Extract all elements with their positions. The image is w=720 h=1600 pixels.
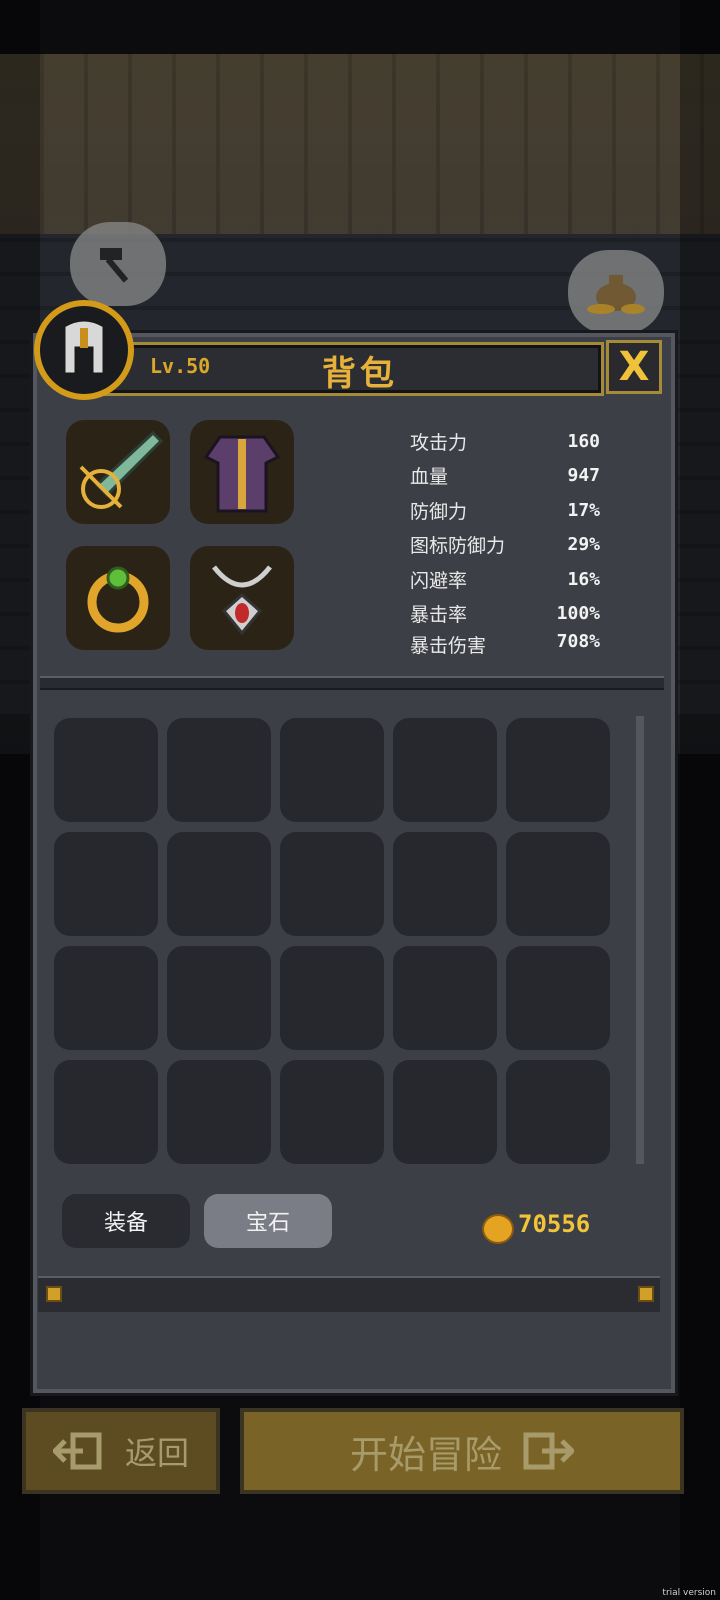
hammer-icon bbox=[100, 248, 129, 283]
sword-icon bbox=[79, 430, 163, 509]
stat-label: 暴击率 bbox=[410, 604, 468, 627]
money-bag-icon bbox=[587, 275, 645, 314]
stat-row: 闪避率 16% bbox=[410, 562, 600, 597]
inventory-slot[interactable] bbox=[506, 1060, 610, 1164]
stat-row: 暴击率 100% bbox=[410, 597, 600, 632]
inventory-slot[interactable] bbox=[280, 718, 384, 822]
equip-slot-weapon[interactable] bbox=[66, 420, 170, 524]
rivet-icon bbox=[638, 1286, 654, 1302]
inventory-slot[interactable] bbox=[167, 832, 271, 936]
stat-value: 160 bbox=[567, 430, 600, 452]
inventory-slot[interactable] bbox=[393, 946, 497, 1050]
start-label: 开始冒险 bbox=[349, 1432, 502, 1477]
inventory-slot[interactable] bbox=[280, 832, 384, 936]
inventory-slot[interactable] bbox=[280, 1060, 384, 1164]
stat-value: 29% bbox=[567, 534, 600, 556]
inventory-scrollbar[interactable] bbox=[636, 716, 644, 1164]
stat-value: 708% bbox=[556, 631, 600, 652]
inventory-slot[interactable] bbox=[54, 832, 158, 936]
start-adventure-button[interactable]: 开始冒险 bbox=[240, 1408, 684, 1494]
inventory-slot[interactable] bbox=[506, 832, 610, 936]
stat-row: 防御力 17% bbox=[410, 493, 600, 528]
inventory-slot[interactable] bbox=[506, 946, 610, 1050]
exit-arrow-icon bbox=[52, 1432, 102, 1470]
stat-label: 血量 bbox=[410, 466, 449, 489]
rivet-icon bbox=[46, 1286, 62, 1302]
inventory-slot[interactable] bbox=[280, 946, 384, 1050]
equip-slot-necklace[interactable] bbox=[190, 546, 294, 650]
back-button[interactable]: 返回 bbox=[22, 1408, 220, 1494]
forge-button[interactable] bbox=[70, 222, 166, 306]
inventory-slot[interactable] bbox=[393, 718, 497, 822]
stats-list: 攻击力 160 血量 947 防御力 17% 图标防御力 29% 闪避率 16%… bbox=[410, 424, 600, 655]
watermark: trial version bbox=[662, 1588, 716, 1598]
background-roof bbox=[0, 54, 720, 234]
right-shade bbox=[680, 0, 720, 1600]
enter-arrow-icon bbox=[523, 1432, 574, 1470]
stat-value: 17% bbox=[567, 499, 600, 521]
stat-value: 947 bbox=[567, 465, 600, 487]
armor-icon bbox=[203, 435, 281, 513]
gold-coin-icon bbox=[482, 1214, 514, 1244]
inventory-slot[interactable] bbox=[167, 1060, 271, 1164]
inventory-slot[interactable] bbox=[393, 1060, 497, 1164]
tab-equipment[interactable]: 装备 bbox=[62, 1194, 190, 1248]
shop-button[interactable] bbox=[568, 250, 664, 334]
inventory-slot[interactable] bbox=[167, 946, 271, 1050]
inventory-slot[interactable] bbox=[393, 832, 497, 936]
section-divider bbox=[40, 676, 664, 690]
back-label: 返回 bbox=[124, 1434, 189, 1472]
inventory-slot[interactable] bbox=[506, 718, 610, 822]
ring-icon bbox=[87, 566, 149, 633]
equip-slot-ring[interactable] bbox=[66, 546, 170, 650]
stat-row: 图标防御力 29% bbox=[410, 528, 600, 563]
necklace-icon bbox=[212, 565, 272, 636]
stat-value: 16% bbox=[567, 568, 600, 590]
tab-gems[interactable]: 宝石 bbox=[204, 1194, 332, 1248]
stat-row: 暴击伤害 708% bbox=[410, 631, 600, 655]
stat-label: 闪避率 bbox=[410, 569, 468, 592]
stat-label: 图标防御力 bbox=[410, 535, 506, 558]
inventory-slot[interactable] bbox=[54, 1060, 158, 1164]
panel-bottom-bar bbox=[38, 1276, 660, 1312]
inventory-slot[interactable] bbox=[54, 718, 158, 822]
stat-row: 血量 947 bbox=[410, 459, 600, 494]
close-button[interactable]: X bbox=[606, 340, 662, 394]
gold-amount: 70556 bbox=[518, 1210, 591, 1238]
equip-slot-armor[interactable] bbox=[190, 420, 294, 524]
inventory-slot[interactable] bbox=[167, 718, 271, 822]
stat-label: 防御力 bbox=[410, 500, 468, 523]
stat-label: 攻击力 bbox=[410, 431, 468, 454]
inventory-grid bbox=[54, 718, 614, 1164]
stat-label: 暴击伤害 bbox=[410, 635, 487, 655]
close-icon: X bbox=[618, 344, 650, 390]
stat-row: 攻击力 160 bbox=[410, 424, 600, 459]
inventory-slot[interactable] bbox=[54, 946, 158, 1050]
stat-value: 100% bbox=[556, 603, 600, 625]
